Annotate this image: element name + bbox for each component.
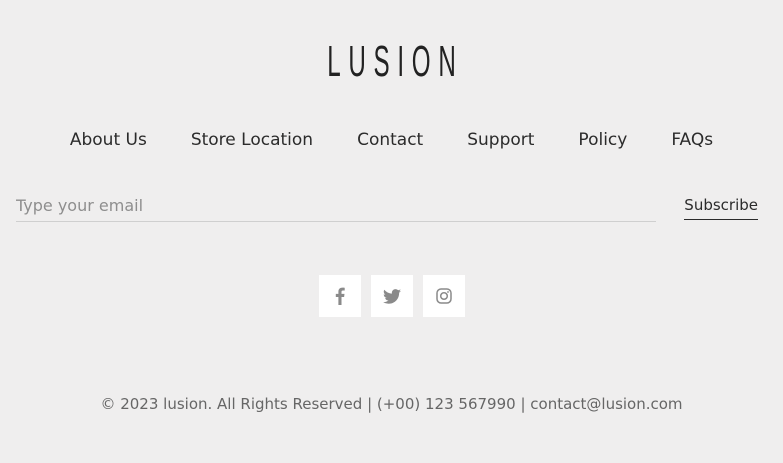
- nav-item-contact[interactable]: Contact: [357, 128, 423, 152]
- nav-item-policy[interactable]: Policy: [578, 128, 627, 152]
- twitter-icon: [382, 288, 401, 304]
- copyright-text: © 2023 lusion. All Rights Reserved | (+0…: [100, 395, 683, 413]
- site-footer: LUSION About Us Store Location Contact S…: [0, 0, 783, 463]
- brand-logo[interactable]: LUSION: [176, 40, 607, 84]
- subscribe-button[interactable]: Subscribe: [684, 196, 758, 220]
- footer-nav: About Us Store Location Contact Support …: [0, 128, 783, 152]
- twitter-link[interactable]: [370, 275, 413, 317]
- facebook-link[interactable]: [318, 275, 361, 317]
- newsletter-form: Subscribe: [16, 190, 758, 224]
- nav-item-store-location[interactable]: Store Location: [191, 128, 313, 152]
- email-input[interactable]: [16, 190, 656, 222]
- instagram-link[interactable]: [422, 275, 465, 317]
- social-links: [0, 275, 783, 317]
- nav-item-support[interactable]: Support: [467, 128, 534, 152]
- facebook-icon: [335, 287, 345, 305]
- nav-item-faqs[interactable]: FAQs: [671, 128, 713, 152]
- nav-item-about-us[interactable]: About Us: [70, 128, 147, 152]
- instagram-icon: [435, 288, 452, 304]
